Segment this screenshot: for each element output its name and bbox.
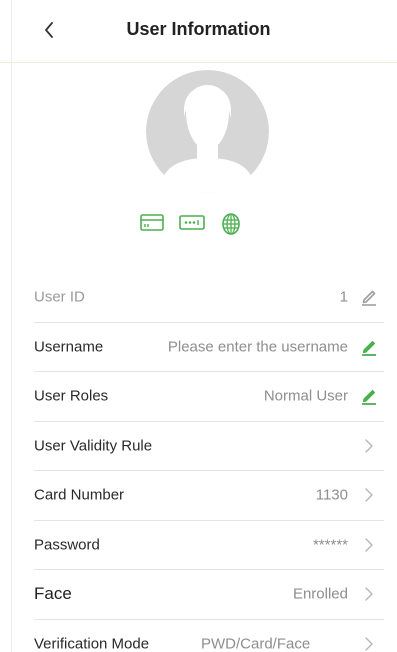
chevron-right-icon <box>365 439 373 453</box>
divider <box>11 0 12 652</box>
edit-icon <box>362 290 376 307</box>
chevron-right-icon <box>365 637 373 651</box>
user-id-row: User ID 1 <box>34 273 384 323</box>
card-number-arrow[interactable] <box>360 486 378 504</box>
user-id-edit-button <box>360 288 378 307</box>
card-icon <box>140 214 164 231</box>
card-number-label: Card Number <box>34 486 125 504</box>
user-info-list: User ID 1 Username Please enter the user… <box>34 273 384 652</box>
user-id-label: User ID <box>34 288 85 306</box>
password-icon <box>179 215 205 230</box>
username-input[interactable]: Please enter the username <box>168 338 348 355</box>
verification-mode-value: PWD/Card/Face <box>201 635 311 652</box>
fingerprint-icon <box>222 213 240 235</box>
avatar[interactable] <box>146 70 269 193</box>
password-value: ****** <box>312 536 348 554</box>
user-roles-value: Normal User <box>263 387 348 405</box>
chevron-right-icon <box>365 488 373 502</box>
user-validity-rule-row[interactable]: User Validity Rule <box>34 422 384 471</box>
user-validity-rule-label: User Validity Rule <box>34 437 153 455</box>
user-silhouette-icon <box>146 70 269 193</box>
username-edit-button[interactable] <box>360 338 378 356</box>
verification-mode-arrow[interactable] <box>360 635 378 652</box>
face-value: Enrolled <box>292 585 348 603</box>
user-roles-edit-button[interactable] <box>360 387 378 406</box>
chevron-right-icon <box>365 538 373 552</box>
face-label: Face <box>34 584 72 604</box>
page-title: User Information <box>126 19 271 39</box>
card-number-row[interactable]: Card Number 1130 <box>34 471 384 521</box>
username-label: Username <box>34 338 104 356</box>
password-row[interactable]: Password ****** <box>34 521 384 570</box>
user-roles-label: User Roles <box>34 387 109 405</box>
password-arrow[interactable] <box>360 536 378 554</box>
username-row[interactable]: Username Please enter the username <box>34 323 384 372</box>
user-id-value: 1 <box>339 288 348 306</box>
face-arrow[interactable] <box>360 585 378 603</box>
enrollment-status-icons <box>139 211 249 239</box>
app-header: User Information <box>0 0 397 63</box>
edit-icon <box>362 340 376 356</box>
password-label: Password <box>34 536 100 554</box>
face-row[interactable]: Face Enrolled <box>34 570 384 620</box>
card-number-value: 1130 <box>315 486 348 504</box>
user-roles-row[interactable]: User Roles Normal User <box>34 372 384 422</box>
verification-mode-row[interactable]: Verification Mode PWD/Card/Face <box>34 620 384 652</box>
user-information-screen: User Information User ID 1 Username Plea… <box>0 0 397 652</box>
chevron-right-icon <box>365 587 373 601</box>
verification-mode-label: Verification Mode <box>34 635 150 652</box>
edit-icon <box>362 390 376 406</box>
user-validity-rule-arrow[interactable] <box>360 437 378 455</box>
